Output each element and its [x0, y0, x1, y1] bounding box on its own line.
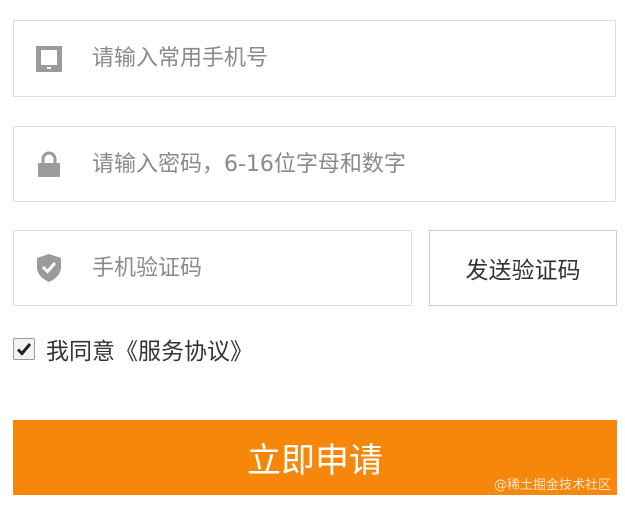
lock-icon — [34, 149, 64, 179]
send-code-button[interactable]: 发送验证码 — [429, 230, 617, 306]
sms-code-input[interactable] — [92, 231, 401, 305]
shield-icon — [34, 253, 64, 283]
phone-field[interactable] — [13, 20, 616, 97]
password-field[interactable] — [13, 126, 616, 202]
phone-input[interactable] — [92, 21, 605, 96]
password-input[interactable] — [92, 127, 605, 201]
agree-row[interactable]: 我同意《服务协议》 — [13, 332, 253, 366]
sms-code-field[interactable] — [13, 230, 412, 306]
phone-icon — [34, 44, 64, 74]
watermark: @稀土掘金技术社区 — [493, 478, 611, 493]
agree-label[interactable]: 我同意《服务协议》 — [46, 332, 253, 366]
agree-checkbox[interactable] — [13, 338, 35, 360]
checkmark-icon — [16, 343, 32, 356]
